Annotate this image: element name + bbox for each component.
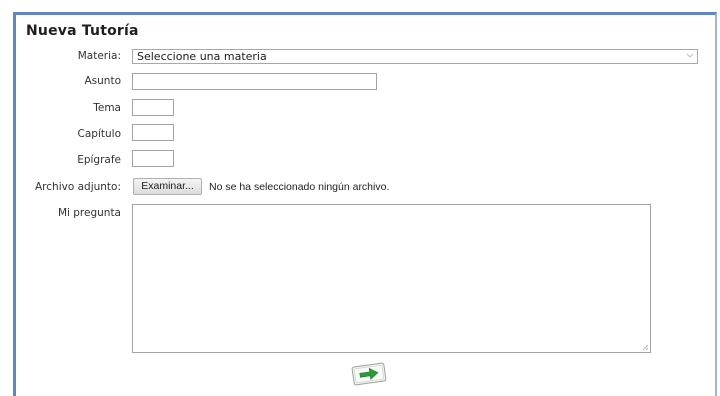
resize-handle-icon[interactable] (641, 343, 649, 351)
materia-selected-value: Seleccione una materia (137, 50, 267, 63)
materia-label: Materia: (77, 50, 121, 62)
file-status-text: No se ha seleccionado ningún archivo. (209, 181, 390, 193)
archivo-label: Archivo adjunto: (35, 181, 121, 193)
send-arrow-icon[interactable] (349, 361, 389, 387)
chevron-down-icon (686, 53, 694, 58)
page-title: Nueva Tutoría (26, 23, 139, 39)
tema-input[interactable] (132, 99, 174, 116)
asunto-input[interactable] (132, 73, 377, 90)
materia-select[interactable]: Seleccione una materia (132, 49, 698, 64)
asunto-label: Asunto (84, 75, 121, 87)
examinar-button[interactable]: Examinar... (133, 178, 202, 195)
capitulo-input[interactable] (132, 124, 174, 141)
capitulo-label: Capítulo (77, 128, 121, 140)
pregunta-textarea[interactable] (132, 204, 651, 353)
tema-label: Tema (93, 102, 121, 114)
pregunta-label: Mi pregunta (57, 207, 121, 219)
epigrafe-label: Epígrafe (77, 154, 121, 166)
epigrafe-input[interactable] (132, 150, 174, 167)
